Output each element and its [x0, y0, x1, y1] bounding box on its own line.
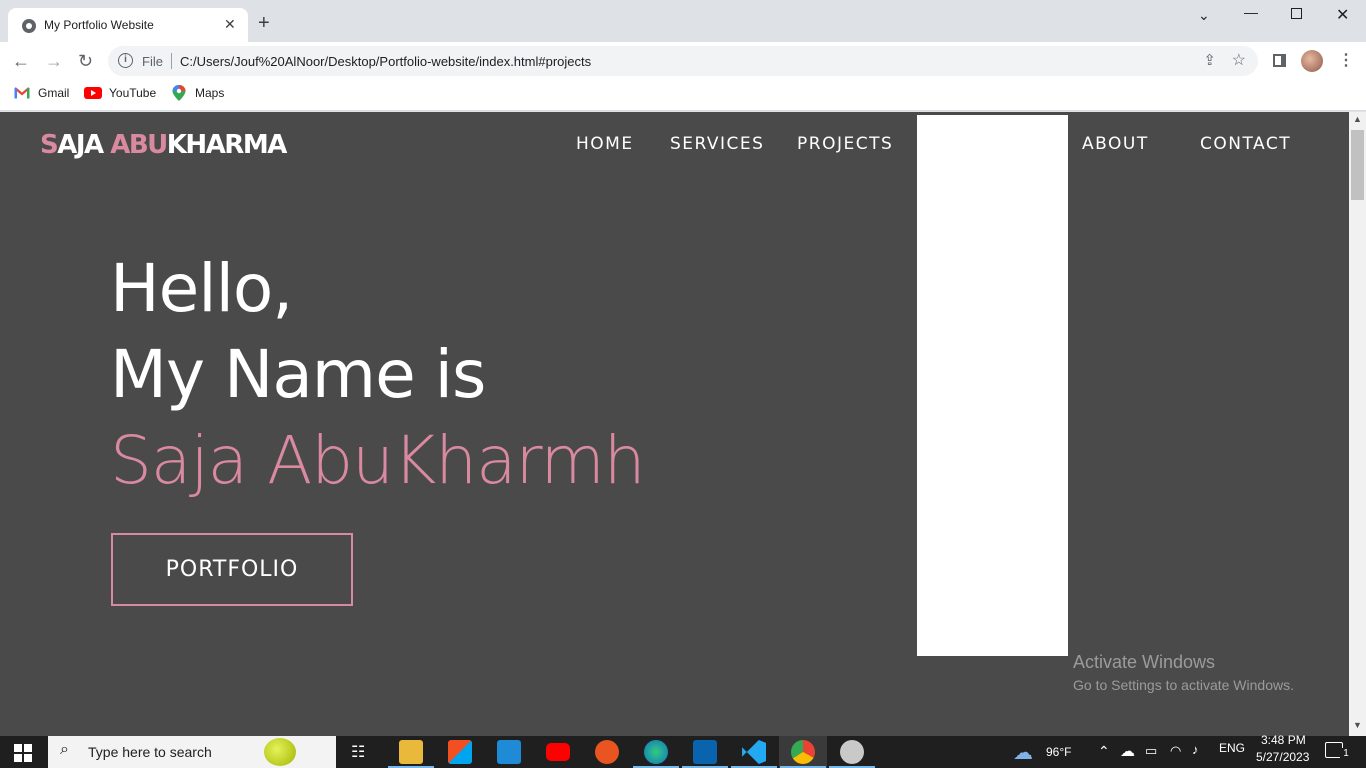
hero-name: Saja AbuKharmh: [110, 422, 646, 499]
tab-strip: My Portfolio Website ✕ + ⌄ — ✕: [0, 0, 1366, 42]
nav-about[interactable]: ABOUT: [1082, 134, 1149, 154]
browser-toolbar: ← → ↻ i File C:/Users/Jouf%20AlNoor/Desk…: [0, 42, 1366, 80]
logo-second-rest: KHARMA: [166, 130, 288, 160]
portfolio-button[interactable]: PORTFOLIO: [111, 533, 353, 606]
nav-contact[interactable]: CONTACT: [1200, 134, 1291, 154]
youtube-app-icon[interactable]: [546, 743, 570, 761]
youtube-icon: [84, 87, 102, 99]
vscode-icon[interactable]: [742, 740, 766, 764]
tab-title: My Portfolio Website: [44, 18, 154, 32]
share-icon[interactable]: ⇪: [1203, 51, 1216, 69]
bookmarks-bar: Gmail YouTube Maps: [0, 80, 1366, 111]
clock-time[interactable]: 3:48 PM: [1261, 733, 1306, 747]
scroll-down-arrow-icon[interactable]: ▼: [1353, 720, 1362, 730]
new-tab-button[interactable]: +: [258, 13, 270, 33]
reload-icon[interactable]: ↻: [78, 51, 93, 72]
tab-close-button[interactable]: ✕: [224, 16, 236, 33]
activate-windows-subtitle: Go to Settings to activate Windows.: [1073, 677, 1294, 693]
maximize-button[interactable]: [1291, 8, 1302, 19]
site-info-icon[interactable]: i: [118, 53, 133, 68]
input-language[interactable]: ENG: [1219, 741, 1245, 755]
address-url[interactable]: C:/Users/Jouf%20AlNoor/Desktop/Portfolio…: [180, 54, 591, 69]
ubuntu-icon[interactable]: [595, 740, 619, 764]
windows-taskbar: ⌕ Type here to search ☷ ☁ 96°F ⌃ ☁ ▭ ◠ ♪…: [0, 733, 1366, 768]
browser-tab[interactable]: My Portfolio Website ✕: [8, 8, 248, 42]
logo-initial: S: [40, 130, 59, 160]
windows-start-icon[interactable]: [14, 744, 32, 762]
nav-home[interactable]: HOME: [576, 134, 634, 154]
clock-date[interactable]: 5/27/2023: [1256, 750, 1309, 764]
nav-projects[interactable]: PROJECTS: [797, 134, 893, 154]
search-placeholder: Type here to search: [88, 744, 212, 760]
window-close-button[interactable]: ✕: [1336, 5, 1349, 25]
address-separator: [171, 53, 172, 69]
bookmark-label: Maps: [195, 86, 225, 100]
hero-greeting: Hello,: [110, 250, 293, 327]
outlook-icon[interactable]: [693, 740, 717, 764]
address-scheme: File: [142, 54, 163, 69]
notification-badge: 1: [1340, 748, 1352, 760]
scroll-thumb[interactable]: [1351, 130, 1364, 200]
logo-second-pink: ABU: [110, 130, 168, 160]
maps-icon: [172, 85, 186, 101]
search-icon: ⌕: [60, 741, 69, 758]
microsoft-store-icon[interactable]: [448, 740, 472, 764]
bookmark-label: YouTube: [109, 86, 157, 100]
hero-intro: My Name is: [110, 336, 486, 413]
mail-icon[interactable]: [497, 740, 521, 764]
nav-services[interactable]: SERVICES: [670, 134, 764, 154]
side-panel-icon[interactable]: [1273, 54, 1286, 67]
back-arrow-icon[interactable]: ←: [12, 51, 30, 72]
taskbar-search-box[interactable]: ⌕ Type here to search: [48, 736, 336, 768]
show-hidden-icons-chevron-icon[interactable]: ⌃: [1098, 743, 1110, 760]
globe-icon: [22, 19, 36, 33]
browser-menu-icon[interactable]: ⋮: [1338, 50, 1354, 70]
weather-temperature[interactable]: 96°F: [1046, 745, 1071, 759]
site-logo[interactable]: SAJA ABUKHARMA: [40, 130, 288, 160]
gmail-icon: [14, 87, 30, 99]
tab-search-chevron-icon[interactable]: ⌄: [1198, 7, 1210, 24]
weather-cloud-icon[interactable]: ☁: [1013, 740, 1033, 765]
bookmark-star-icon[interactable]: ☆: [1232, 50, 1246, 70]
portfolio-page: SAJA ABUKHARMA HOME SERVICES PROJECTS AB…: [0, 112, 1349, 736]
forward-arrow-icon[interactable]: →: [45, 51, 63, 72]
activate-windows-title: Activate Windows: [1073, 652, 1216, 672]
chrome-icon[interactable]: [791, 740, 815, 764]
bookmark-label: Gmail: [38, 86, 70, 100]
profile-avatar[interactable]: [1301, 50, 1323, 72]
logo-first-rest: AJA: [57, 130, 104, 160]
file-explorer-icon[interactable]: [399, 740, 423, 764]
edge-icon[interactable]: [644, 740, 668, 764]
page-scrollbar[interactable]: ▲ ▼: [1349, 112, 1366, 736]
task-view-icon[interactable]: ☷: [351, 742, 365, 762]
scroll-up-arrow-icon[interactable]: ▲: [1353, 114, 1362, 124]
paint-icon[interactable]: [840, 740, 864, 764]
wifi-icon[interactable]: ◠: [1170, 743, 1181, 759]
volume-icon[interactable]: ♪: [1192, 742, 1199, 757]
tennis-ball-icon: [264, 738, 296, 766]
battery-icon[interactable]: ▭: [1145, 743, 1157, 759]
address-bar[interactable]: i File C:/Users/Jouf%20AlNoor/Desktop/Po…: [108, 46, 1258, 76]
minimize-button[interactable]: —: [1244, 4, 1258, 20]
onedrive-cloud-icon[interactable]: ☁: [1120, 742, 1135, 760]
white-overlay-panel: [917, 115, 1068, 656]
